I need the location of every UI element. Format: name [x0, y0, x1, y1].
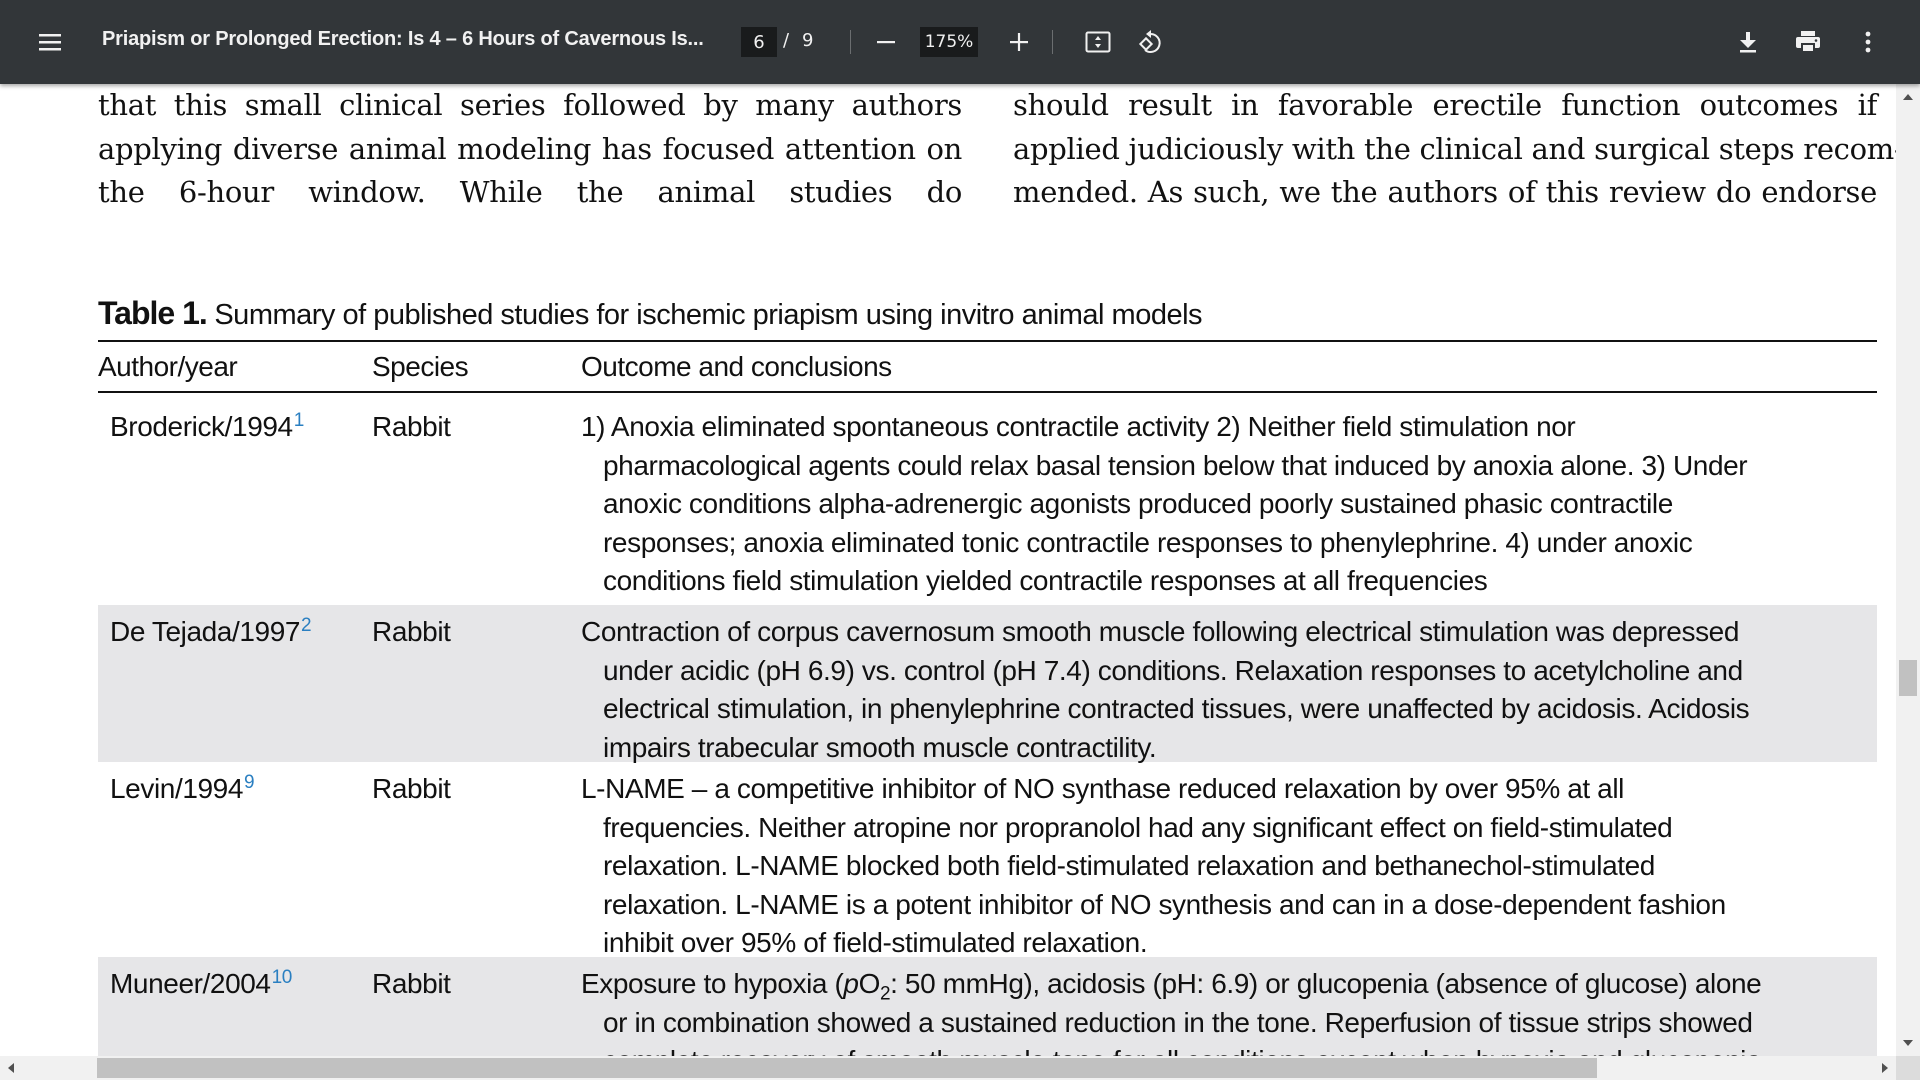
hamburger-menu-icon [38, 32, 62, 52]
author-year: Broderick/1994 [110, 411, 293, 442]
author-year: Levin/1994 [110, 773, 244, 804]
outcome-line: responses; anoxia eliminated tonic contr… [603, 526, 1693, 558]
outcome-text: Exposure to hypoxia ( [581, 968, 844, 999]
download-icon [1737, 30, 1759, 54]
plus-icon [1009, 32, 1029, 52]
outcome-line: frequencies. Neither atropine nor propra… [603, 811, 1673, 843]
outcome-line: Contraction of corpus cavernosum smooth … [581, 616, 1740, 647]
outcome-line: complete recovery of smooth muscle tone … [581, 1042, 1871, 1056]
table-top-rule [98, 340, 1877, 342]
horizontal-scrollbar-thumb[interactable] [97, 1058, 1597, 1078]
subscript: 2 [880, 983, 891, 1005]
outcome-text-italic: p [843, 968, 859, 999]
author-cell: Levin/19949 [110, 770, 255, 809]
scrollbar-corner [1896, 1056, 1920, 1080]
current-page-input[interactable]: 6 [741, 27, 777, 57]
body-text-line: should result in favorable erectile func… [1013, 88, 1877, 122]
author-cell: Muneer/200410 [110, 965, 292, 1004]
minus-icon [876, 32, 896, 52]
table-header-rule [98, 391, 1877, 393]
body-text-line: the 6-hour window. While the animal stud… [98, 175, 962, 209]
table-caption: Table 1. Summary of published studies fo… [98, 295, 1203, 332]
outcome-cell: L-NAME – a competitive inhibitor of NO s… [581, 770, 1871, 963]
column-header-outcome: Outcome and conclusions [581, 351, 892, 382]
outcome-line: pharmacological agents could relax basal… [603, 449, 1748, 481]
reference-link[interactable]: 1 [294, 410, 305, 431]
outcome-cell: 1) Anoxia eliminated spontaneous contrac… [581, 408, 1871, 601]
more-vertical-icon [1864, 30, 1872, 54]
outcome-line: or in combination showed a sustained red… [603, 1006, 1753, 1038]
scroll-right-arrow-icon[interactable] [1882, 1063, 1888, 1073]
body-text-right-column: should result in favorable erectile func… [1013, 84, 1896, 215]
species-cell: Rabbit [372, 968, 451, 999]
toolbar-divider [850, 30, 851, 54]
column-header-species: Species [372, 351, 469, 382]
column-header-author: Author/year [98, 351, 238, 382]
author-year: De Tejada/1997 [110, 616, 301, 647]
toolbar-divider [1052, 30, 1053, 54]
outcome-cell: Exposure to hypoxia (pO2: 50 mmHg), acid… [581, 965, 1871, 1056]
outcome-text: : 50 mmHg), acidosis (pH: 6.9) or glucop… [890, 968, 1762, 999]
horizontal-scrollbar[interactable] [0, 1056, 1896, 1080]
fit-to-page-icon [1085, 31, 1111, 53]
rotate-counterclockwise-icon [1137, 28, 1165, 56]
outcome-line: 1) Anoxia eliminated spontaneous contrac… [581, 411, 1576, 442]
print-button[interactable] [1788, 22, 1828, 62]
pdf-page-viewport: that this small clinical series followed… [0, 84, 1896, 1056]
reference-link[interactable]: 2 [301, 615, 312, 636]
vertical-scrollbar[interactable] [1896, 84, 1920, 1056]
scroll-left-arrow-icon[interactable] [8, 1063, 14, 1073]
outcome-line: relaxation. L-NAME blocked both field-st… [603, 850, 1655, 881]
download-button[interactable] [1728, 22, 1768, 62]
zoom-level-input[interactable]: 175% [920, 27, 978, 57]
more-actions-button[interactable] [1848, 22, 1888, 62]
author-year: Muneer/2004 [110, 968, 271, 999]
outcome-line: L-NAME – a competitive inhibitor of NO s… [581, 773, 1624, 804]
scroll-up-arrow-icon[interactable] [1903, 94, 1913, 100]
author-cell: Broderick/19941 [110, 408, 304, 447]
rotate-button[interactable] [1131, 22, 1171, 62]
author-cell: De Tejada/19972 [110, 613, 312, 652]
table-row: De Tejada/19972 Rabbit Contraction of co… [98, 605, 1877, 763]
species-cell: Rabbit [372, 411, 451, 442]
outcome-line: Exposure to hypoxia (pO2: 50 mmHg), acid… [581, 965, 1871, 1004]
pdf-toolbar: Priapism or Prolonged Erection: Is 4 – 6… [0, 0, 1920, 84]
body-text-line: applied judiciously with the clinical an… [1013, 131, 1896, 166]
print-icon [1795, 30, 1821, 54]
total-pages: 9 [802, 30, 814, 51]
body-text-line: applying diverse animal modeling has foc… [98, 131, 962, 166]
table-caption-text: Summary of published studies for ischemi… [214, 299, 1203, 331]
table-caption-label: Table 1. [98, 295, 208, 331]
table-row: Broderick/19941 Rabbit 1) Anoxia elimina… [98, 400, 1877, 605]
outcome-text: O [858, 968, 881, 999]
fit-to-page-button[interactable] [1078, 22, 1118, 62]
outcome-line: under acidic (pH 6.9) vs. control (pH 7.… [603, 654, 1743, 686]
page-separator: / [783, 30, 790, 51]
reference-link[interactable]: 9 [244, 772, 255, 793]
zoom-in-button[interactable] [999, 22, 1039, 62]
scroll-down-arrow-icon[interactable] [1903, 1040, 1913, 1046]
species-cell: Rabbit [372, 773, 451, 804]
outcome-line: conditions field stimulation yielded con… [603, 565, 1488, 596]
vertical-scrollbar-thumb[interactable] [1899, 660, 1917, 696]
body-text-line: that this small clinical series followed… [98, 88, 962, 122]
document-title: Priapism or Prolonged Erection: Is 4 – 6… [102, 28, 704, 50]
outcome-cell: Contraction of corpus cavernosum smooth … [581, 613, 1871, 767]
table-row: Levin/19949 Rabbit L-NAME – a competitiv… [98, 762, 1877, 958]
table-row: Muneer/200410 Rabbit Exposure to hypoxia… [98, 957, 1877, 1056]
body-text-left-column: that this small clinical series followed… [98, 84, 962, 215]
species-cell: Rabbit [372, 616, 451, 647]
outcome-line: relaxation. L-NAME is a potent inhibitor… [603, 888, 1726, 920]
menu-button[interactable] [30, 22, 70, 62]
zoom-out-button[interactable] [866, 22, 906, 62]
body-text-line: mended. As such, we the authors of this … [1013, 175, 1877, 209]
outcome-line: anoxic conditions alpha-adrenergic agoni… [603, 488, 1673, 519]
outcome-line: electrical stimulation, in phenylephrine… [603, 693, 1750, 724]
reference-link[interactable]: 10 [272, 967, 293, 988]
